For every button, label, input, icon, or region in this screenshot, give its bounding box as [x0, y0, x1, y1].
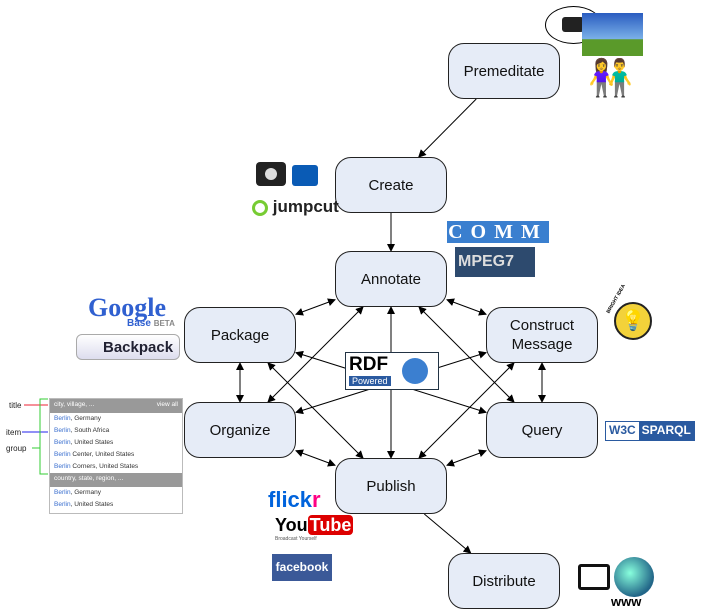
w3c-sparql-logo: W3C SPARQL: [605, 421, 695, 441]
list-item[interactable]: Berlin, Germany: [50, 413, 182, 425]
edge-pre-cre: [418, 98, 477, 158]
computer-icon: [578, 564, 610, 590]
rdf-powered-logo: RDF Powered: [345, 352, 439, 390]
node-premeditate: Premeditate: [448, 43, 560, 99]
list-item[interactable]: Berlin, United States: [50, 499, 182, 511]
edge-ann-con: [446, 298, 487, 316]
node-publish: Publish: [335, 458, 447, 514]
www-label: www: [611, 594, 642, 609]
list-item[interactable]: Berlin, Germany: [50, 487, 182, 499]
node-organize: Organize: [184, 402, 296, 458]
video-camera-icon: [292, 165, 318, 186]
group-header: country, state, region, ...: [50, 473, 182, 487]
comm-logo: COMM: [447, 221, 549, 243]
people-icon: 👫: [588, 57, 633, 98]
node-construct-message: Construct Message: [486, 307, 598, 363]
jumpcut-logo: jumpcut: [252, 197, 339, 217]
workflow-diagram: Premeditate Create Annotate Package Cons…: [0, 0, 704, 611]
rdf-graph-icon: [402, 358, 428, 384]
list-item[interactable]: Berlin, United States: [50, 437, 182, 449]
autocomplete-list: city, village, ... view all Berlin, Germa…: [49, 398, 183, 514]
edge-que-pub: [446, 449, 487, 467]
bright-idea-icon: 💡: [614, 302, 652, 340]
globe-icon: [614, 557, 654, 597]
backpack-logo: Backpack: [76, 334, 180, 360]
camera-icon: [256, 162, 286, 186]
node-annotate: Annotate: [335, 251, 447, 307]
flickr-logo: flickr: [268, 487, 321, 512]
mpeg7-logo: MPEG7: [455, 247, 535, 277]
google-base-label: Base BETA: [127, 318, 175, 329]
list-item[interactable]: Berlin Corners, United States: [50, 461, 182, 473]
label-pointers: [22, 398, 48, 475]
edge-org-pub: [295, 449, 336, 467]
node-distribute: Distribute: [448, 553, 560, 609]
view-all-link[interactable]: view all: [157, 401, 178, 411]
list-item[interactable]: Berlin Center, United States: [50, 449, 182, 461]
landscape-photo: [582, 13, 643, 56]
edge-ann-pac: [295, 298, 336, 316]
list-item[interactable]: Berlin, South Africa: [50, 425, 182, 437]
node-create: Create: [335, 157, 447, 213]
facebook-logo: facebook: [272, 554, 332, 581]
youtube-logo: You Tube Broadcast Yourself: [275, 515, 354, 542]
group-header: city, village, ... view all: [50, 399, 182, 413]
edge-pub-dis: [423, 513, 472, 554]
node-package: Package: [184, 307, 296, 363]
node-query: Query: [486, 402, 598, 458]
